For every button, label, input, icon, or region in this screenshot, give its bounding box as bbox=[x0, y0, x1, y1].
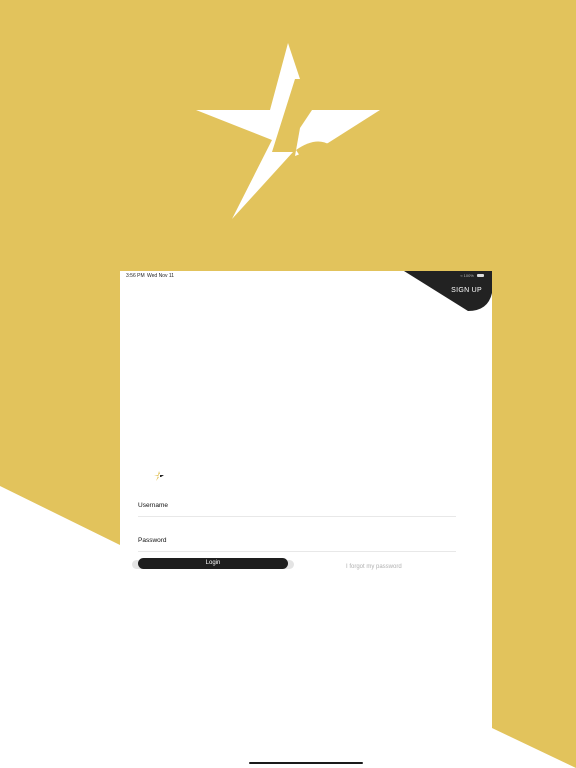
hero-logo bbox=[0, 0, 576, 240]
status-time: 3:56 PM bbox=[126, 273, 145, 279]
star-five-logo-icon bbox=[196, 43, 380, 219]
status-indicators: ≈ 100% bbox=[460, 273, 484, 278]
password-input[interactable] bbox=[138, 541, 456, 552]
signal-status: ≈ 100% bbox=[460, 273, 474, 278]
username-input[interactable] bbox=[138, 506, 456, 517]
battery-icon bbox=[477, 274, 484, 278]
home-indicator[interactable] bbox=[249, 762, 363, 764]
signup-button[interactable]: SIGN UP bbox=[451, 287, 482, 294]
status-date: Wed Nov 11 bbox=[147, 273, 175, 279]
login-button[interactable]: Login bbox=[138, 558, 288, 569]
star-five-logo-icon bbox=[154, 471, 164, 481]
small-logo bbox=[153, 469, 165, 481]
device-screen: 3:56 PM Wed Nov 11 ≈ 100% SIGN UP Userna… bbox=[120, 271, 492, 768]
forgot-password-link[interactable]: I forgot my password bbox=[346, 564, 402, 570]
